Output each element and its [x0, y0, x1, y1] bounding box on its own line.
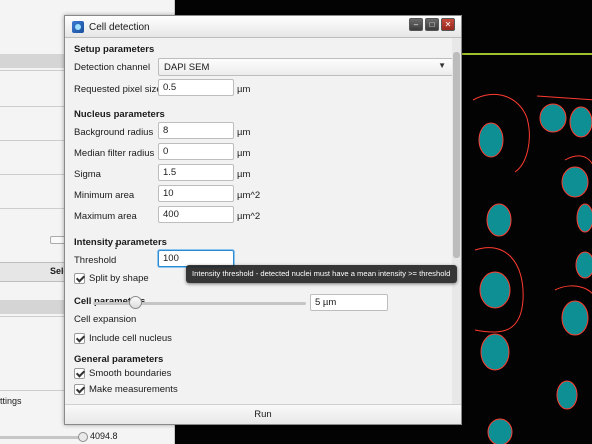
threshold-label: Threshold — [74, 255, 117, 266]
scrollbar-thumb[interactable] — [453, 52, 460, 258]
dialog-title: Cell detection — [89, 22, 150, 33]
run-button[interactable]: Run — [65, 404, 461, 424]
cell-expansion-slider-knob[interactable] — [129, 296, 143, 309]
pixel-size-unit: µm — [237, 84, 251, 95]
dialog-content: Setup parameters Detection channel DAPI … — [65, 38, 453, 406]
nuclei-group — [478, 103, 592, 444]
cell-detection-dialog: Cell detection – □ ✕ Setup parameters De… — [64, 15, 462, 425]
cell-boundary — [536, 95, 592, 101]
nucleus — [486, 203, 512, 237]
maximum-area-input[interactable]: 400 — [158, 206, 234, 223]
make-measurements-checkbox[interactable]: Make measurements — [74, 384, 178, 395]
smooth-boundaries-label: Smooth boundaries — [89, 368, 172, 379]
maximum-area-unit: µm^2 — [237, 211, 261, 222]
cell-expansion-input[interactable]: 5 µm — [310, 294, 388, 311]
split-by-shape-label: Split by shape — [89, 273, 149, 284]
cell-expansion-slider-track[interactable] — [93, 302, 306, 305]
cell-boundary — [554, 285, 592, 295]
nucleus — [487, 418, 513, 444]
nucleus — [575, 251, 592, 279]
dialog-titlebar[interactable]: Cell detection – □ ✕ — [65, 16, 461, 38]
pixel-size-input[interactable]: 0.5 — [158, 79, 234, 96]
checkbox-box[interactable] — [74, 333, 85, 344]
detection-channel-value: DAPI SEM — [164, 62, 210, 73]
nucleus — [569, 106, 592, 138]
smooth-boundaries-checkbox[interactable]: Smooth boundaries — [74, 368, 171, 379]
detection-channel-select[interactable]: DAPI SEM ▼ — [158, 58, 453, 76]
nucleus — [478, 122, 504, 158]
window-controls: – □ ✕ — [409, 18, 455, 31]
checkbox-box[interactable] — [74, 384, 85, 395]
median-filter-unit: µm — [237, 148, 251, 159]
cell-expansion-label: Cell expansion — [74, 314, 137, 325]
include-nucleus-label: Include cell nucleus — [89, 333, 172, 344]
minimum-area-unit: µm^2 — [237, 190, 261, 201]
nucleus — [539, 103, 567, 133]
split-by-shape-checkbox[interactable]: Split by shape — [74, 273, 149, 284]
nucleus — [479, 271, 511, 309]
detection-channel-label: Detection channel — [74, 62, 151, 73]
close-icon[interactable]: ✕ — [441, 18, 455, 31]
maximize-icon[interactable]: □ — [425, 18, 439, 31]
minimum-area-label: Minimum area — [74, 190, 135, 201]
make-measurements-label: Make measurements — [89, 384, 178, 395]
sigma-input[interactable]: 1.5 — [158, 164, 234, 181]
qupath-app-icon — [72, 21, 84, 33]
nucleus — [561, 166, 589, 198]
brightness-value: 4094.8 — [90, 431, 118, 441]
settings-label: ttings — [0, 396, 22, 406]
sigma-label: Sigma — [74, 169, 101, 180]
minimum-area-input[interactable]: 10 — [158, 185, 234, 202]
background-radius-unit: µm — [237, 127, 251, 138]
background-radius-label: Background radius — [74, 127, 154, 138]
nucleus — [561, 300, 589, 336]
maximum-area-label: Maximum area — [74, 211, 137, 222]
intensity-heading: Intensity parameters — [74, 237, 167, 248]
median-filter-label: Median filter radius — [74, 148, 155, 159]
brightness-slider-track[interactable] — [0, 436, 82, 439]
setup-heading: Setup parameters — [74, 44, 155, 55]
sigma-unit: µm — [237, 169, 251, 180]
chevron-down-icon: ▼ — [438, 61, 446, 70]
nucleus — [576, 203, 592, 233]
background-radius-input[interactable]: 8 — [158, 122, 234, 139]
pixel-size-label: Requested pixel size — [74, 84, 162, 95]
threshold-tooltip: Intensity threshold - detected nuclei mu… — [186, 265, 457, 283]
include-nucleus-checkbox[interactable]: Include cell nucleus — [74, 333, 172, 344]
general-heading: General parameters — [74, 354, 164, 365]
nucleus — [556, 380, 578, 410]
dialog-scrollbar[interactable] — [452, 38, 461, 406]
nucleus-heading: Nucleus parameters — [74, 109, 165, 120]
text-cursor-icon — [115, 243, 117, 249]
checkbox-box[interactable] — [74, 273, 85, 284]
nucleus — [480, 333, 510, 371]
brightness-slider-knob[interactable] — [78, 432, 88, 442]
checkbox-box[interactable] — [74, 368, 85, 379]
median-filter-input[interactable]: 0 — [158, 143, 234, 160]
minimize-icon[interactable]: – — [409, 18, 423, 31]
